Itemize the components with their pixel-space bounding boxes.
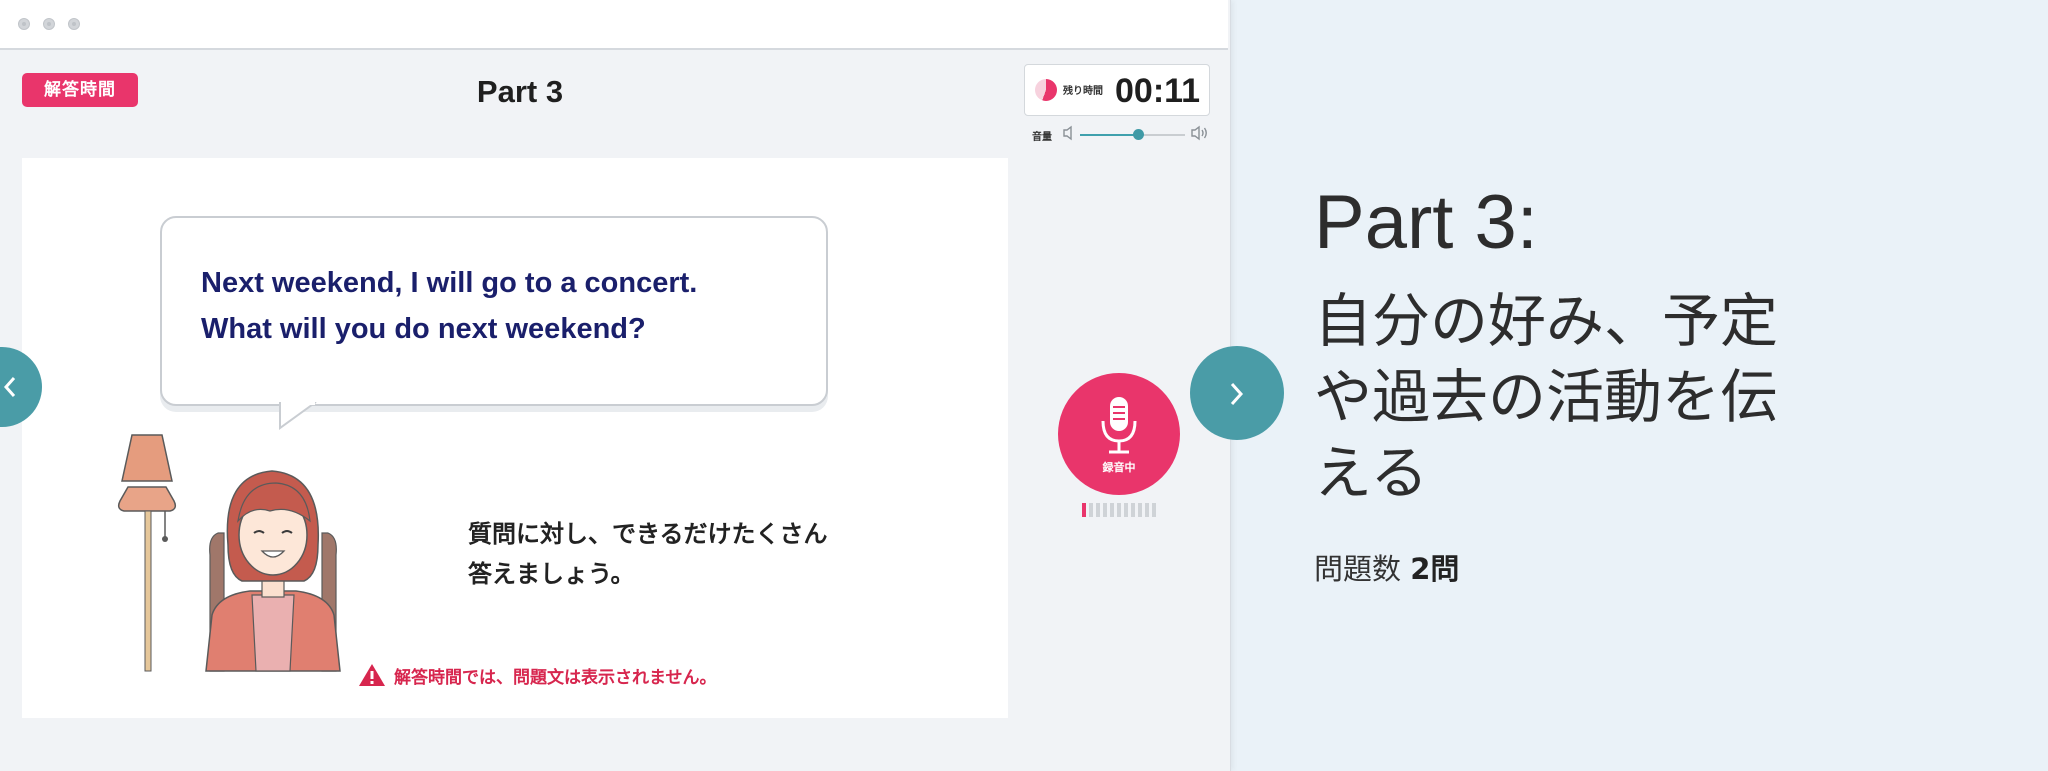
timer-pie-icon	[1035, 79, 1057, 101]
answer-time-badge: 解答時間	[22, 73, 138, 107]
microphone-icon	[1101, 397, 1137, 454]
recording-label: 録音中	[1102, 461, 1136, 474]
warning-notice: 解答時間では、問題文は表示されません。	[358, 660, 717, 690]
level-meter-segment	[1131, 503, 1135, 517]
level-meter-segment	[1145, 503, 1149, 517]
volume-slider-knob[interactable]	[1132, 129, 1144, 140]
level-meter-segment	[1089, 503, 1093, 517]
window-minimize-button[interactable]	[43, 18, 55, 30]
window-zoom-button[interactable]	[68, 18, 80, 30]
level-meter-segment	[1082, 503, 1086, 517]
level-meter-segment	[1124, 503, 1128, 517]
speaker-low-icon	[1063, 125, 1072, 141]
speaker-illustration	[117, 434, 341, 672]
question-count: 問題数 2問	[1314, 546, 1459, 588]
instruction-line-1: 質問に対し、できるだけたくさん	[468, 520, 828, 548]
speaker-high-icon	[1191, 125, 1207, 141]
volume-slider[interactable]	[1080, 129, 1185, 140]
level-meter-segment	[1096, 503, 1100, 517]
question-count-value: 2問	[1410, 552, 1460, 586]
prompt-line-2: What will you do next weekend?	[201, 313, 646, 345]
volume-slider-fill	[1080, 134, 1138, 136]
next-slide-button[interactable]	[1190, 346, 1284, 440]
window-close-button[interactable]	[18, 18, 30, 30]
warning-triangle-icon	[359, 664, 385, 686]
question-count-label: 問題数	[1314, 552, 1402, 586]
warning-text: 解答時間では、問題文は表示されません。	[394, 667, 717, 688]
chevron-right-icon	[1230, 382, 1244, 406]
timer-label: 残り時間	[1063, 86, 1103, 97]
info-subtitle-line-2: や過去の活動を伝	[1314, 363, 1779, 431]
remaining-time-timer: 残り時間 00:11	[1024, 64, 1210, 116]
prompt-line-1: Next weekend, I will go to a concert.	[201, 267, 698, 299]
instruction-line-2: 答えましょう。	[468, 560, 635, 588]
timer-value: 00:11	[1115, 72, 1201, 110]
info-heading: Part 3:	[1314, 180, 1538, 265]
page-title: Part 3	[476, 74, 564, 109]
chevron-left-icon	[3, 377, 16, 397]
volume-label: 音量	[1032, 132, 1052, 143]
level-meter-segment	[1110, 503, 1114, 517]
info-subtitle-line-3: える	[1314, 439, 1429, 507]
record-mic-button[interactable]: 録音中	[1058, 373, 1180, 495]
level-meter-segment	[1117, 503, 1121, 517]
recording-level-meter	[1082, 503, 1156, 517]
level-meter-segment	[1138, 503, 1142, 517]
level-meter-segment	[1103, 503, 1107, 517]
level-meter-segment	[1152, 503, 1156, 517]
info-subtitle-line-1: 自分の好み、予定	[1314, 287, 1779, 355]
window-titlebar	[0, 0, 1228, 50]
app-window: 解答時間 Part 3 残り時間 00:11 音量 Next weekend, …	[0, 0, 1231, 771]
